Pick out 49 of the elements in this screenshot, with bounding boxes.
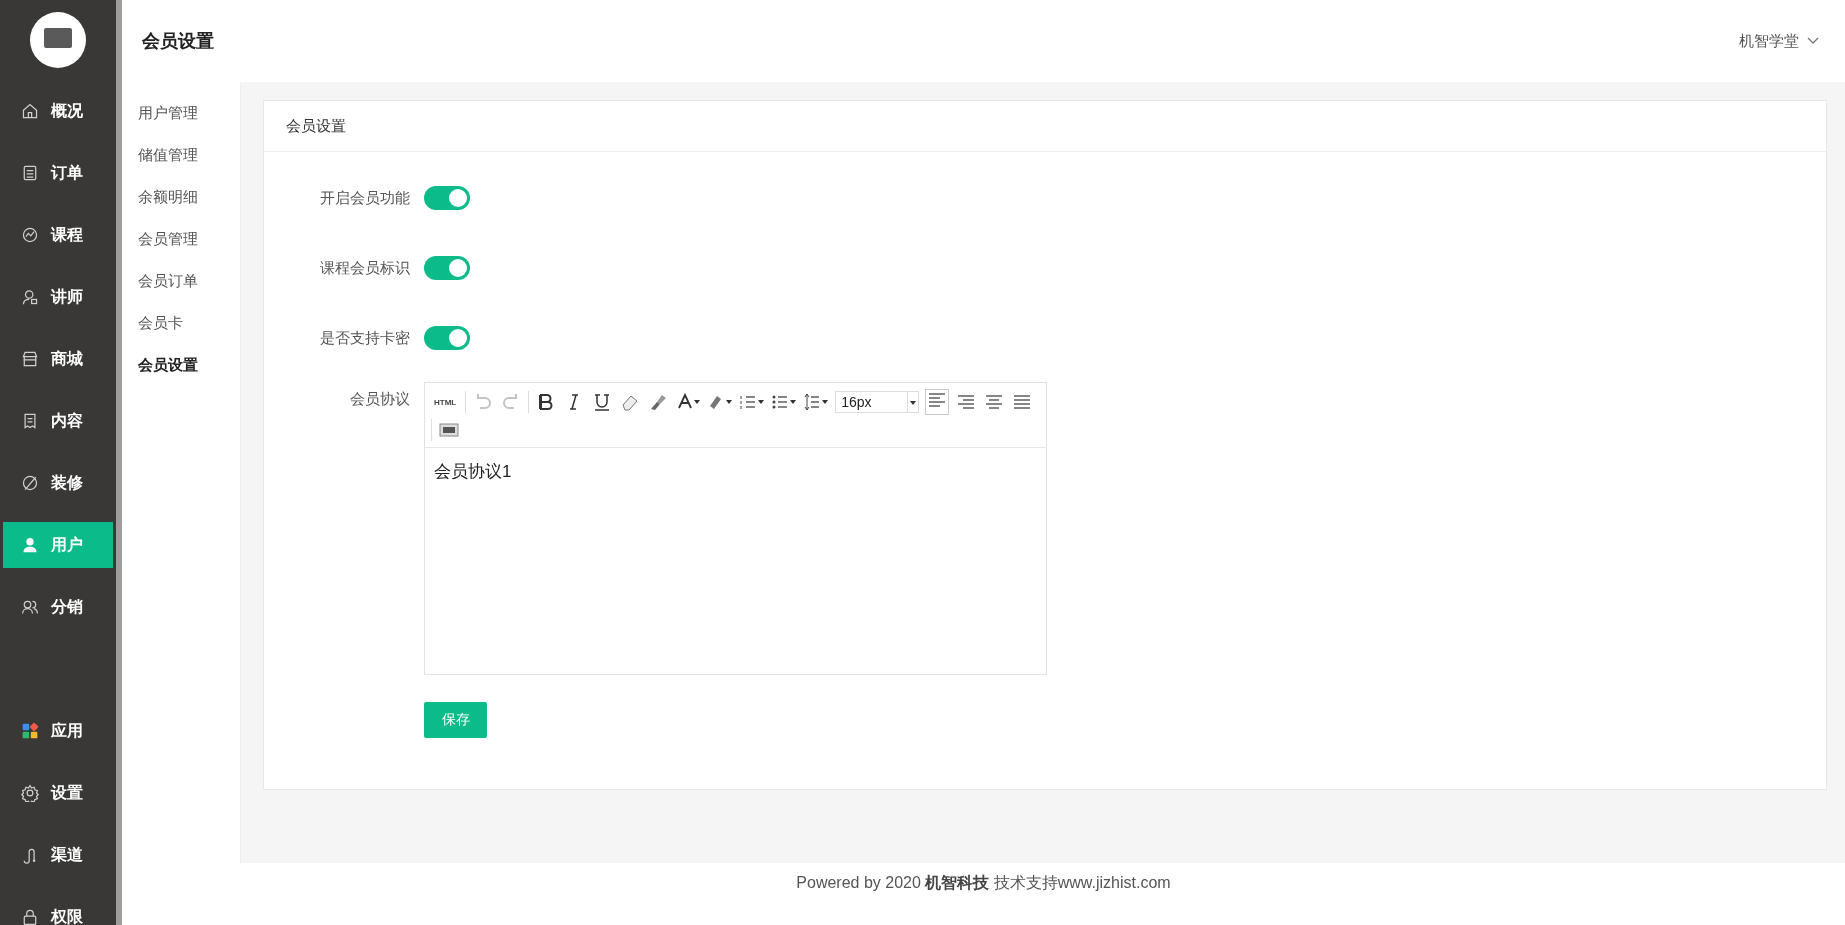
- submenu-item[interactable]: 用户管理: [122, 92, 240, 134]
- card-title: 会员设置: [264, 101, 1826, 152]
- lock-icon: [21, 908, 39, 925]
- document-icon: [21, 164, 39, 182]
- dropdown-caret-icon: [907, 392, 919, 412]
- logo-image: [30, 12, 86, 68]
- chevron-down-icon: [1807, 37, 1819, 45]
- sidebar-item[interactable]: 课程: [3, 212, 113, 258]
- editor-content[interactable]: 会员协议1: [425, 448, 1046, 674]
- sidebar-item[interactable]: 应用: [3, 708, 113, 754]
- font-size-select[interactable]: 16px: [835, 391, 920, 413]
- users-icon: [21, 598, 39, 616]
- account-menu[interactable]: 机智学堂: [1739, 31, 1819, 51]
- settings-icon: [21, 784, 39, 802]
- submenu-item[interactable]: 余额明细: [122, 176, 240, 218]
- toggle-switch[interactable]: [424, 326, 470, 350]
- editor-label: 会员协议: [349, 389, 410, 409]
- chart-icon: [21, 226, 39, 244]
- sidebar-item[interactable]: 设置: [3, 770, 113, 816]
- switch-label: 开启会员功能: [319, 188, 410, 208]
- toggle-switch[interactable]: [424, 186, 470, 210]
- apps-icon: [21, 722, 39, 740]
- sidebar-item[interactable]: 内容: [3, 398, 113, 444]
- html-source-button[interactable]: HTML: [431, 397, 460, 407]
- image-icon[interactable]: [438, 420, 460, 440]
- sidebar-item[interactable]: 订单: [3, 150, 113, 196]
- submenu-item[interactable]: 会员管理: [122, 218, 240, 260]
- user-icon: [21, 536, 39, 554]
- submenu-item[interactable]: 会员设置: [122, 344, 240, 386]
- toggle-switch[interactable]: [424, 256, 470, 280]
- sidebar-item[interactable]: 渠道: [3, 832, 113, 878]
- switch-label: 是否支持卡密: [319, 328, 410, 348]
- user-badge-icon: [21, 288, 39, 306]
- footer-text: Powered by 2020 机智科技 技术支持www.jizhist.com: [796, 874, 1171, 891]
- submenu-item[interactable]: 会员卡: [122, 302, 240, 344]
- switch-label: 课程会员标识: [319, 258, 410, 278]
- sidebar-item[interactable]: 概况: [3, 88, 113, 134]
- submenu-item[interactable]: 储值管理: [122, 134, 240, 176]
- receipt-icon: [21, 412, 39, 430]
- home-icon: [21, 102, 39, 120]
- page-title: 会员设置: [142, 30, 214, 53]
- sidebar-item[interactable]: 权限: [3, 894, 113, 925]
- sidebar-item[interactable]: 分销: [3, 584, 113, 630]
- submenu-item[interactable]: 会员订单: [122, 260, 240, 302]
- store-icon: [21, 350, 39, 368]
- sidebar-item[interactable]: 讲师: [3, 274, 113, 320]
- sidebar-item[interactable]: 商城: [3, 336, 113, 382]
- sidebar-item[interactable]: 装修: [3, 460, 113, 506]
- line-height-icon[interactable]: [803, 392, 830, 412]
